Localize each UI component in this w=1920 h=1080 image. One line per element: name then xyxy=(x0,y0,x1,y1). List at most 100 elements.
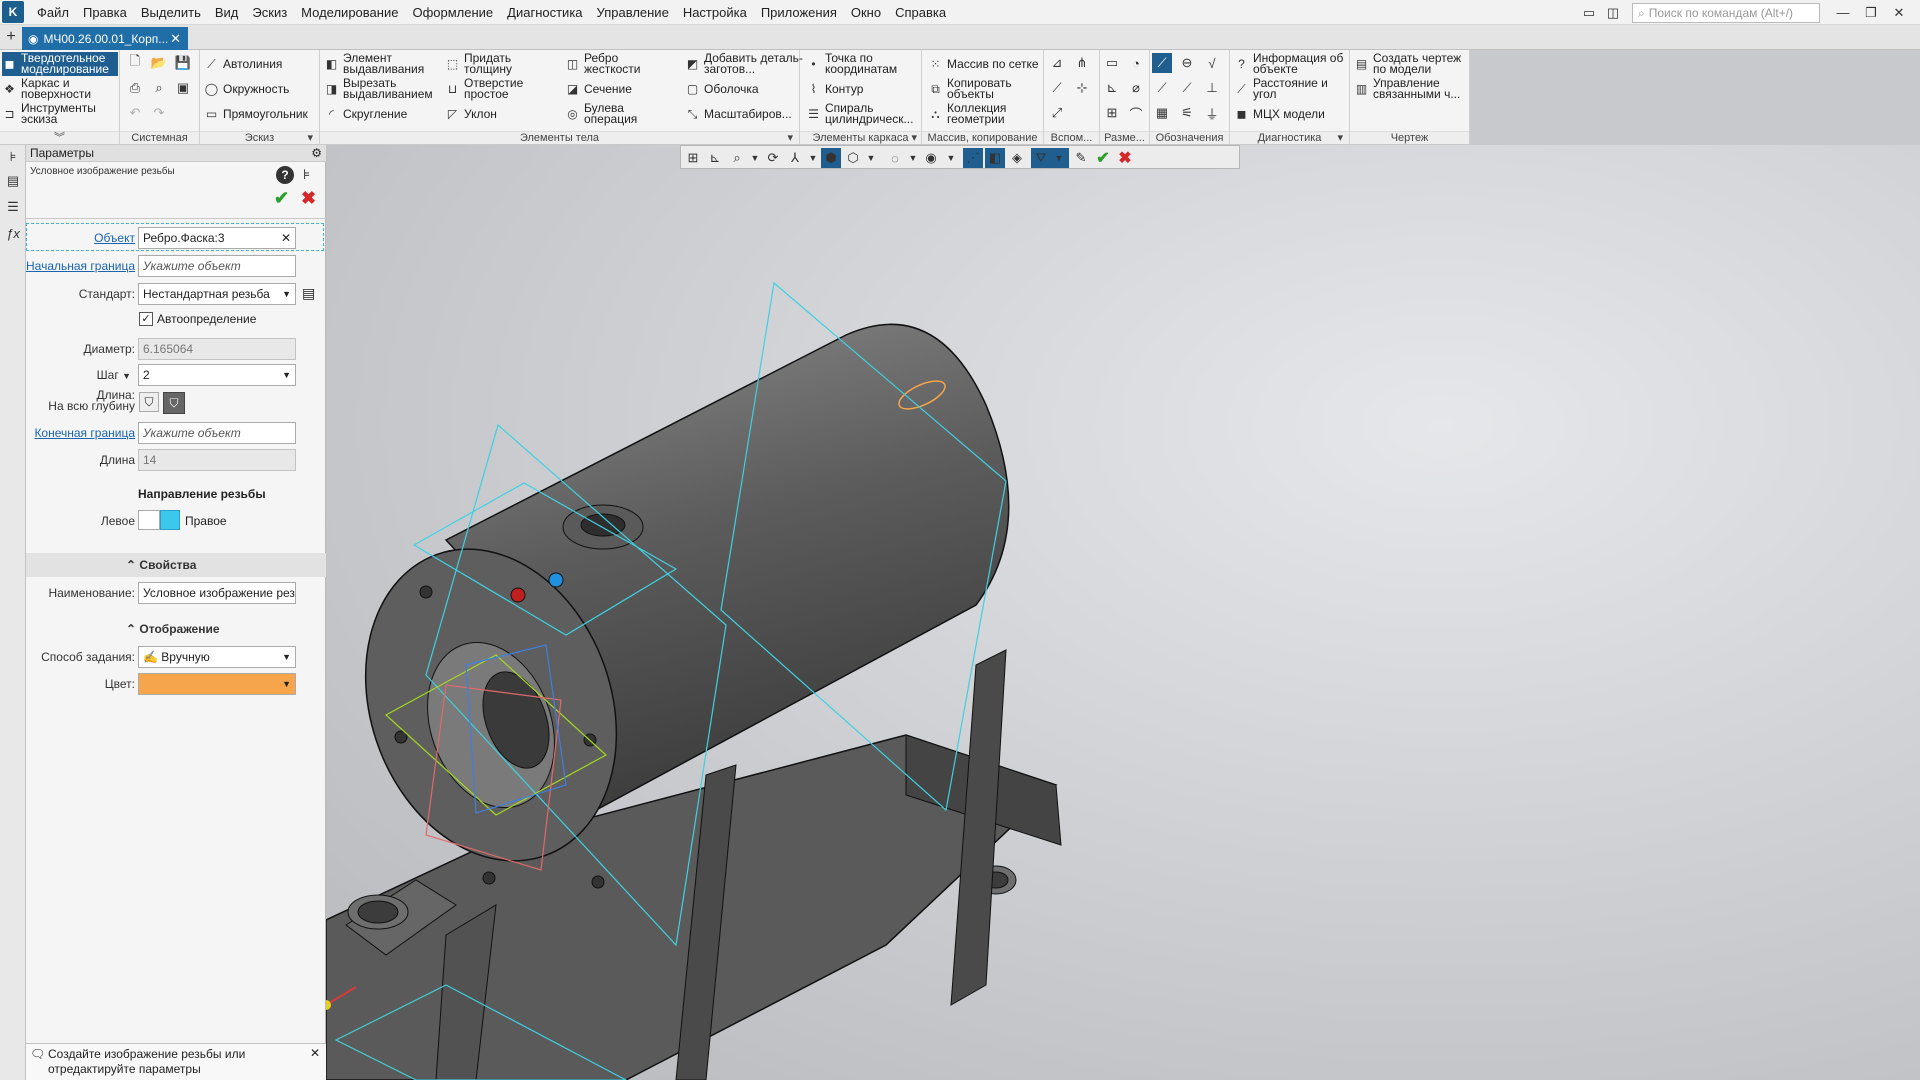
base-mark-icon[interactable]: ⊖ xyxy=(1177,53,1197,73)
circle-button[interactable]: ◯ Окружность xyxy=(204,77,290,101)
object-info-button[interactable]: ? Информация об объекте xyxy=(1234,52,1348,76)
new-file-icon[interactable]: 🗋 xyxy=(125,53,145,73)
variables-icon[interactable]: ƒx xyxy=(3,223,23,243)
left-direction-toggle[interactable] xyxy=(138,510,160,530)
object-label[interactable]: Объект xyxy=(94,231,135,245)
menu-item-0[interactable]: Файл xyxy=(30,0,76,25)
save-icon[interactable]: 💾 xyxy=(173,53,193,73)
standard-select[interactable]: Нестандартная резьба ▼ xyxy=(138,283,296,305)
rectangle-button[interactable]: ▭ Прямоугольник xyxy=(204,102,308,126)
restore-button[interactable]: ❐ xyxy=(1858,3,1884,23)
undo-icon[interactable]: ↶ xyxy=(125,103,145,123)
hole-button[interactable]: ⊔ Отверстие простое xyxy=(445,77,529,101)
layers-icon[interactable]: ☰ xyxy=(3,197,23,217)
aux-point-icon[interactable]: ⊹ xyxy=(1072,78,1092,98)
full-depth-icon[interactable]: ⛉ xyxy=(163,392,185,414)
start-boundary-label[interactable]: Начальная граница xyxy=(26,259,135,273)
roughness-icon[interactable]: √ xyxy=(1202,53,1222,73)
object-field[interactable]: Ребро.Фаска:3 ✕ xyxy=(138,227,296,249)
menu-item-2[interactable]: Выделить xyxy=(134,0,208,25)
geometry-collection-button[interactable]: ⛬ Коллекция геометрии xyxy=(928,102,1027,126)
menu-item-9[interactable]: Настройка xyxy=(676,0,754,25)
close-tab-icon[interactable]: ✕ xyxy=(170,31,181,47)
command-search-input[interactable]: ⌕ Поиск по командам (Alt+/) xyxy=(1632,3,1820,23)
menu-item-5[interactable]: Моделирование xyxy=(294,0,405,25)
distance-angle-button[interactable]: ⟋ Расстояние и угол xyxy=(1234,77,1348,101)
scale-button[interactable]: ⤡ Масштабиров... xyxy=(685,102,792,126)
point-by-coords-button[interactable]: • Точка по координатам xyxy=(806,52,915,76)
open-file-icon[interactable]: 📂 xyxy=(149,53,169,73)
close-window-button[interactable]: ✕ xyxy=(1886,3,1912,23)
manage-linked-button[interactable]: ▥ Управление связанными ч... xyxy=(1354,77,1468,101)
thread-mark-icon[interactable]: ⟋ xyxy=(1152,53,1172,73)
chevron-down-icon[interactable]: ▾ xyxy=(307,132,313,145)
mass-properties-button[interactable]: ◼ МЦХ модели xyxy=(1234,102,1325,126)
menu-item-1[interactable]: Правка xyxy=(76,0,134,25)
create-drawing-button[interactable]: ▤ Создать чертеж по модели xyxy=(1354,52,1465,76)
menu-item-11[interactable]: Окно xyxy=(844,0,888,25)
cut-extrude-button[interactable]: ◨ Вырезать выдавливанием xyxy=(324,77,438,101)
angle-dim-icon[interactable]: ⊾ xyxy=(1102,78,1122,98)
preview-icon[interactable]: ⌕ xyxy=(149,78,169,98)
chevron-down-icon[interactable]: ▾ xyxy=(787,132,793,145)
aux-line-icon[interactable]: ⟋ xyxy=(1047,78,1067,98)
menu-item-8[interactable]: Управление xyxy=(590,0,676,25)
method-select[interactable]: ✍ Вручную ▼ xyxy=(138,646,296,668)
help-icon[interactable]: ? xyxy=(276,166,294,184)
weld-icon[interactable]: ⚟ xyxy=(1177,103,1197,123)
3d-viewport[interactable]: ⊞ ⊾ ⌕ ▼ ⟳ ⅄ ▼ ⬢ ⬡ ▼ ◌ ▼ ◉ ▼ ⋰ ◧ ◈ ⛛ ▼ ✎ … xyxy=(326,145,1920,1080)
tolerance-icon[interactable]: ⟋ xyxy=(1177,78,1197,98)
menu-item-12[interactable]: Справка xyxy=(888,0,953,25)
arc-dim-icon[interactable]: ⌒ xyxy=(1126,103,1146,123)
draft-button[interactable]: ◸ Уклон xyxy=(445,102,497,126)
save-all-icon[interactable]: ▣ xyxy=(173,78,193,98)
properties-icon[interactable]: ▤ xyxy=(3,171,23,191)
mode-wireframe[interactable]: ❖ Каркас и поверхности xyxy=(2,77,118,101)
depth-to-boundary-icon[interactable]: ⛉ xyxy=(139,392,159,412)
cancel-x-icon[interactable]: ✖ xyxy=(301,188,316,209)
document-tab[interactable]: ◉ МЧ00.26.00.01_Корп... ✕ xyxy=(22,27,188,50)
panel-toggle-icon[interactable]: ◫ xyxy=(1600,3,1626,23)
tree-icon[interactable]: ⊧ xyxy=(3,147,23,167)
auto-detect-checkbox[interactable]: ✓ xyxy=(139,312,153,326)
redo-icon[interactable]: ↷ xyxy=(149,103,169,123)
section-button[interactable]: ◪ Сечение xyxy=(565,77,632,101)
minimize-button[interactable]: — xyxy=(1830,3,1856,23)
autoline-button[interactable]: ⟋ Автолиния xyxy=(204,52,282,76)
fillet-button[interactable]: ◜ Скругление xyxy=(324,102,407,126)
linear-dim-icon[interactable]: ▭ xyxy=(1102,53,1122,73)
name-field[interactable]: Условное изображение резьбы xyxy=(138,582,296,604)
helix-button[interactable]: ☰ Спираль цилиндрическ... xyxy=(806,102,923,126)
aux-plane-icon[interactable]: ⊿ xyxy=(1047,53,1067,73)
end-boundary-field[interactable]: Укажите объект xyxy=(138,422,296,444)
menu-item-3[interactable]: Вид xyxy=(208,0,246,25)
mode-sketch-tools[interactable]: ⊐ Инструменты эскиза xyxy=(2,102,118,126)
mode-solid-modeling[interactable]: ◼ Твердотельное моделирование xyxy=(2,52,118,76)
position-icon[interactable]: ⊥ xyxy=(1202,78,1222,98)
copy-objects-button[interactable]: ⧉ Копировать объекты xyxy=(928,77,1027,101)
menu-item-4[interactable]: Эскиз xyxy=(245,0,294,25)
contour-button[interactable]: ⌇ Контур xyxy=(806,77,864,101)
tree-view-icon[interactable]: ⊧ xyxy=(303,166,310,183)
menu-item-6[interactable]: Оформление xyxy=(405,0,500,25)
display-section-header[interactable]: ⌃ Отображение xyxy=(26,617,326,641)
radial-dim-icon[interactable]: ◔ xyxy=(1126,53,1146,73)
thicken-button[interactable]: ⬚ Придать толщину xyxy=(445,52,524,76)
extrude-button[interactable]: ◧ Элемент выдавливания xyxy=(324,52,433,76)
aux-axis-icon[interactable]: ⋔ xyxy=(1072,53,1092,73)
menu-item-10[interactable]: Приложения xyxy=(754,0,844,25)
print-icon[interactable]: ⎙ xyxy=(125,78,145,98)
diameter-dim-icon[interactable]: ⌀ xyxy=(1126,78,1146,98)
right-direction-toggle[interactable] xyxy=(160,510,180,530)
end-boundary-label[interactable]: Конечная граница xyxy=(34,426,135,440)
clear-icon[interactable]: ✕ xyxy=(281,228,291,248)
new-document-button[interactable]: + xyxy=(2,28,20,46)
properties-section-header[interactable]: ⌃ Свойства xyxy=(26,553,326,577)
leader-icon[interactable]: ⟋ xyxy=(1152,78,1172,98)
chevron-down-icon[interactable]: ▾ xyxy=(1337,132,1343,145)
step-select[interactable]: 2 ▼ xyxy=(138,364,296,386)
shell-button[interactable]: ▢ Оболочка xyxy=(685,77,759,101)
rib-button[interactable]: ◫ Ребро жесткости xyxy=(565,52,646,76)
menu-item-7[interactable]: Диагностика xyxy=(500,0,589,25)
marking-icon[interactable]: ⏚ xyxy=(1202,103,1222,123)
